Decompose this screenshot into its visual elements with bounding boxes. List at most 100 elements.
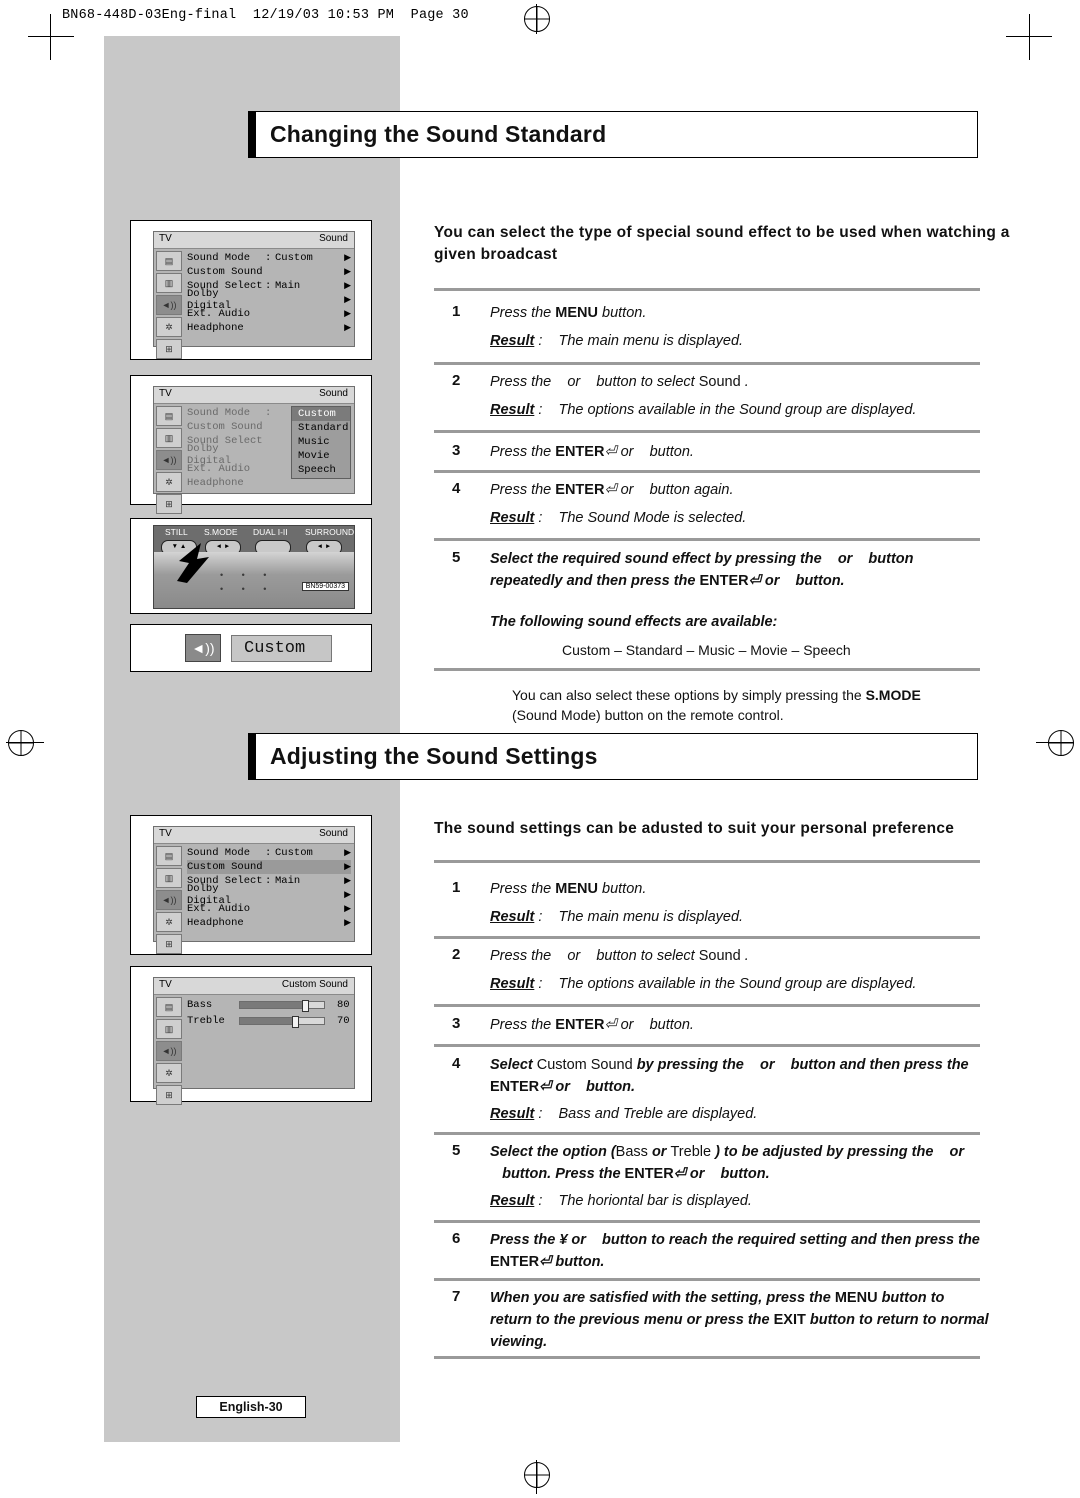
osd-row: Dolby Digital ▶	[187, 288, 351, 312]
crop-mark-tr-v	[1029, 14, 1030, 60]
osd-row-colon: :	[265, 875, 272, 887]
bass-slider[interactable]	[239, 1000, 325, 1012]
remote-dots-row2: • • •	[220, 584, 275, 594]
result-text: The horiontal bar is displayed.	[558, 1193, 752, 1209]
divider	[434, 1044, 980, 1047]
registration-mark-bottom	[524, 1462, 550, 1488]
step-number: 2	[452, 946, 461, 963]
manual-page: BN68-448D-03Eng-final 12/19/03 10:53 PM …	[0, 0, 1080, 1498]
step-number: 1	[452, 303, 461, 320]
osd-panel-1-frame: TV Sound ▤ ▥ ◄)) ✲ ⊞ Sound Mode: Custom ▶ …	[130, 220, 372, 360]
sound-mode-submenu[interactable]: Custom Standard Music Movie Speech	[291, 406, 351, 479]
osd-row-label: Sound Mode	[187, 847, 251, 859]
osd-row: Headphone	[187, 476, 294, 490]
osd-title: Sound	[319, 828, 348, 839]
step-number: 4	[452, 1055, 461, 1072]
submenu-item-movie[interactable]: Movie	[292, 449, 350, 463]
treble-value: 70	[337, 1015, 350, 1027]
step-result: Result : Bass and Treble are displayed.	[490, 1106, 758, 1122]
sound-effects-list: Custom – Standard – Music – Movie – Spee…	[562, 642, 851, 658]
osd-row-arrow: ▶	[344, 295, 351, 305]
osd-row: Sound Mode: Custom ▶	[187, 846, 351, 860]
osd-tv-label: TV	[159, 828, 172, 839]
osd-row: Headphone ▶	[187, 321, 351, 335]
setup-icon: ✲	[156, 912, 182, 932]
picture-icon: ▤	[156, 846, 182, 866]
sound-icon: ◄))	[156, 1041, 182, 1061]
osd-title: Custom Sound	[281, 979, 348, 990]
divider	[434, 470, 980, 473]
osd-row-label: Custom Sound	[187, 861, 263, 873]
sound-icon: ◄))	[156, 890, 182, 910]
picture-icon: ▤	[156, 251, 182, 271]
result-text: The Sound Mode is selected.	[558, 510, 747, 526]
osd-row-value: Custom	[275, 847, 313, 859]
step-text: Press the ENTER⏎ or button.	[490, 444, 694, 460]
osd-titlebar: TV Sound	[154, 232, 354, 249]
remote-button-label-smode: S.MODE	[204, 527, 238, 537]
divider	[434, 1132, 980, 1135]
osd-row-colon: :	[265, 847, 272, 859]
osd-tv-label: TV	[159, 233, 172, 244]
input-icon: ⊞	[156, 934, 182, 954]
section-title-1: Changing the Sound Standard	[248, 111, 978, 158]
osd-row-label: Ext. Audio	[187, 463, 251, 475]
picture-icon: ▤	[156, 406, 182, 426]
step-subnote: The following sound effects are availabl…	[490, 614, 778, 630]
result-text: The main menu is displayed.	[558, 909, 744, 925]
setup-icon: ✲	[156, 1063, 182, 1083]
treble-slider[interactable]	[239, 1016, 325, 1028]
osd-row-value: Main	[275, 875, 301, 887]
result-label: Result	[490, 333, 535, 349]
osd-row-label: Custom Sound	[187, 421, 263, 433]
setup-icon: ✲	[156, 317, 182, 337]
step-number: 5	[452, 549, 461, 566]
step-text: Press the ¥ or button to reach the requi…	[490, 1232, 980, 1270]
bass-value: 80	[337, 999, 350, 1011]
osd-titlebar: TV Custom Sound	[154, 978, 354, 995]
osd-row: Ext. Audio	[187, 462, 294, 476]
step-number: 2	[452, 372, 461, 389]
osd-panel-2: TV Sound ▤ ▥ ◄)) ✲ ⊞ Sound Mode: Custom …	[153, 386, 355, 514]
channel-icon: ▥	[156, 428, 182, 448]
osd-row-label: Headphone	[187, 322, 244, 334]
osd-panel-3-frame: TV Sound ▤ ▥ ◄)) ✲ ⊞ Sound Mode: Custom ▶ …	[130, 815, 372, 955]
divider	[434, 288, 980, 291]
divider	[434, 936, 980, 939]
submenu-item-music[interactable]: Music	[292, 435, 350, 449]
osd-row: Dolby Digital ▶	[187, 883, 351, 907]
osd-title: Sound	[319, 233, 348, 244]
step-result: Result : The Sound Mode is selected.	[490, 510, 747, 526]
divider	[434, 1220, 980, 1223]
osd-row-value: Custom	[275, 252, 313, 264]
submenu-item-custom[interactable]: Custom	[292, 407, 350, 421]
result-label: Result	[490, 976, 535, 992]
step-text: Select the option (Bass or Treble ) to b…	[490, 1144, 965, 1182]
step-number: 3	[452, 442, 461, 459]
input-icon: ⊞	[156, 1085, 182, 1105]
osd-panel-1: TV Sound ▤ ▥ ◄)) ✲ ⊞ Sound Mode: Custom ▶ …	[153, 231, 355, 359]
submenu-item-standard[interactable]: Standard	[292, 421, 350, 435]
osd-row: Ext. Audio ▶	[187, 307, 351, 321]
osd-row: Custom Sound ▶	[187, 265, 351, 279]
treble-label: Treble	[187, 1015, 225, 1027]
print-header: BN68-448D-03Eng-final 12/19/03 10:53 PM …	[62, 8, 469, 23]
divider	[434, 1278, 980, 1281]
divider	[434, 362, 980, 365]
osd-row-arrow: ▶	[344, 848, 351, 858]
osd-row-selected: Custom Sound ▶	[187, 860, 351, 874]
remote-illustration-frame: STILL S.MODE DUAL I-II SURROUND ▼ ▲ ◄ ► …	[130, 518, 372, 614]
remote-button-label-dual: DUAL I-II	[253, 527, 288, 537]
input-icon: ⊞	[156, 339, 182, 359]
submenu-item-speech[interactable]: Speech	[292, 463, 350, 477]
sound-icon: ◄))	[156, 450, 182, 470]
step-number: 4	[452, 480, 461, 497]
section-title-1-text: Changing the Sound Standard	[270, 121, 607, 147]
step-result: Result : The main menu is displayed.	[490, 333, 744, 349]
osd-rows: Sound Mode: Custom ▶ Custom Sound ▶ Sound S…	[187, 251, 351, 335]
divider	[434, 1004, 980, 1007]
step-text: Press the ENTER⏎ or button again.	[490, 482, 734, 498]
bass-label: Bass	[187, 999, 213, 1011]
result-label: Result	[490, 1106, 535, 1122]
osd-row: Ext. Audio ▶	[187, 902, 351, 916]
